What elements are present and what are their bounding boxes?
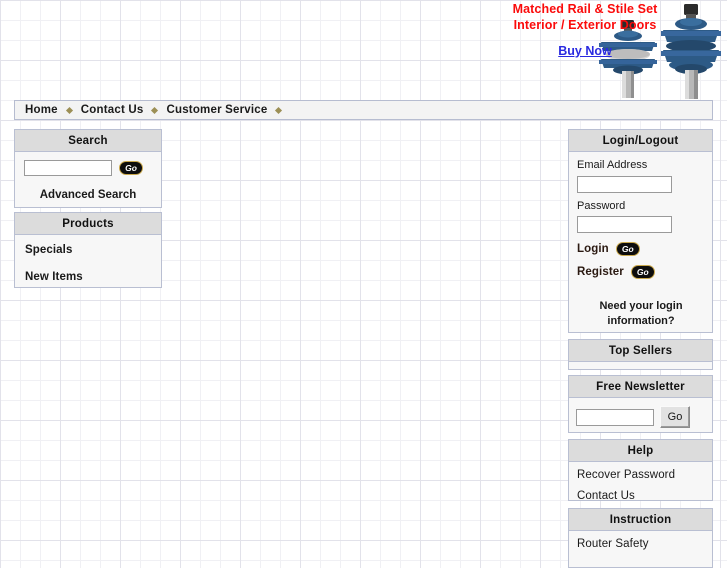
login-label: Login xyxy=(577,243,609,255)
newsletter-panel: Free Newsletter Go xyxy=(568,375,713,433)
products-panel-title: Products xyxy=(15,213,161,235)
search-panel: Search Go Advanced Search xyxy=(14,129,162,208)
register-go-button[interactable]: Go xyxy=(630,265,655,279)
newsletter-go-button[interactable]: Go xyxy=(660,406,690,428)
field-spacer xyxy=(577,193,705,200)
search-row: Go xyxy=(24,160,152,176)
banner-headline-line1: Matched Rail & Stile Set xyxy=(512,2,658,16)
newsletter-email-input[interactable] xyxy=(576,408,654,426)
promo-banner: Matched Rail & Stile Set Interior / Exte… xyxy=(505,0,727,100)
top-sellers-panel: Top Sellers xyxy=(568,339,713,370)
help-item-contact-us[interactable]: Contact Us xyxy=(577,490,703,502)
login-panel: Login/Logout Email Address Password Logi… xyxy=(568,129,713,333)
diamond-bullet-icon xyxy=(151,106,159,114)
buy-now-link[interactable]: Buy Now xyxy=(505,44,665,58)
newsletter-row: Go xyxy=(576,406,704,428)
login-panel-title: Login/Logout xyxy=(569,130,712,152)
banner-headline: Matched Rail & Stile Set Interior / Exte… xyxy=(505,1,665,33)
email-field[interactable] xyxy=(577,175,672,193)
banner-headline-line2: Interior / Exterior Doors xyxy=(513,18,657,32)
instruction-panel-body: Router Safety xyxy=(569,531,712,557)
password-field[interactable] xyxy=(577,216,672,233)
search-input[interactable] xyxy=(24,160,112,176)
products-panel: Products Specials New Items xyxy=(14,212,162,288)
router-bit-large-icon xyxy=(661,4,721,99)
nav-item-customer-service[interactable]: Customer Service xyxy=(166,104,267,116)
instruction-panel-title: Instruction xyxy=(569,509,712,531)
password-label: Password xyxy=(577,199,626,212)
login-go-button[interactable]: Go xyxy=(615,242,640,256)
top-sellers-panel-title: Top Sellers xyxy=(569,340,712,362)
diamond-bullet-icon xyxy=(65,106,73,114)
search-go-button[interactable]: Go xyxy=(119,161,143,175)
top-sellers-panel-body xyxy=(569,362,712,370)
nav-item-home[interactable]: Home xyxy=(25,104,58,116)
products-panel-body: Specials New Items xyxy=(15,235,161,307)
products-item-new-items[interactable]: New Items xyxy=(25,271,152,283)
login-panel-body: Email Address Password Login Go Register… xyxy=(569,152,712,336)
advanced-search-link[interactable]: Advanced Search xyxy=(24,189,152,201)
newsletter-panel-body: Go xyxy=(569,398,712,436)
search-panel-body: Go Advanced Search xyxy=(15,152,161,210)
register-action-row: Register Go xyxy=(577,265,705,279)
newsletter-panel-title: Free Newsletter xyxy=(569,376,712,398)
diamond-bullet-icon xyxy=(275,106,283,114)
help-panel-title: Help xyxy=(569,440,712,462)
login-action-row: Login Go xyxy=(577,242,705,256)
help-panel: Help Recover Password Contact Us xyxy=(568,439,713,502)
help-item-recover-password[interactable]: Recover Password xyxy=(577,469,703,481)
products-item-specials[interactable]: Specials xyxy=(25,244,152,256)
nav-item-contact-us[interactable]: Contact Us xyxy=(81,104,144,116)
instruction-panel: Instruction Router Safety xyxy=(568,508,713,568)
instruction-item-router-safety[interactable]: Router Safety xyxy=(577,538,703,550)
main-navigation: Home Contact Us Customer Service xyxy=(14,100,713,120)
need-login-info-link[interactable]: Need your login information? xyxy=(577,299,705,329)
search-panel-title: Search xyxy=(15,130,161,152)
register-label: Register xyxy=(577,266,624,278)
email-label: Email Address xyxy=(577,159,648,171)
